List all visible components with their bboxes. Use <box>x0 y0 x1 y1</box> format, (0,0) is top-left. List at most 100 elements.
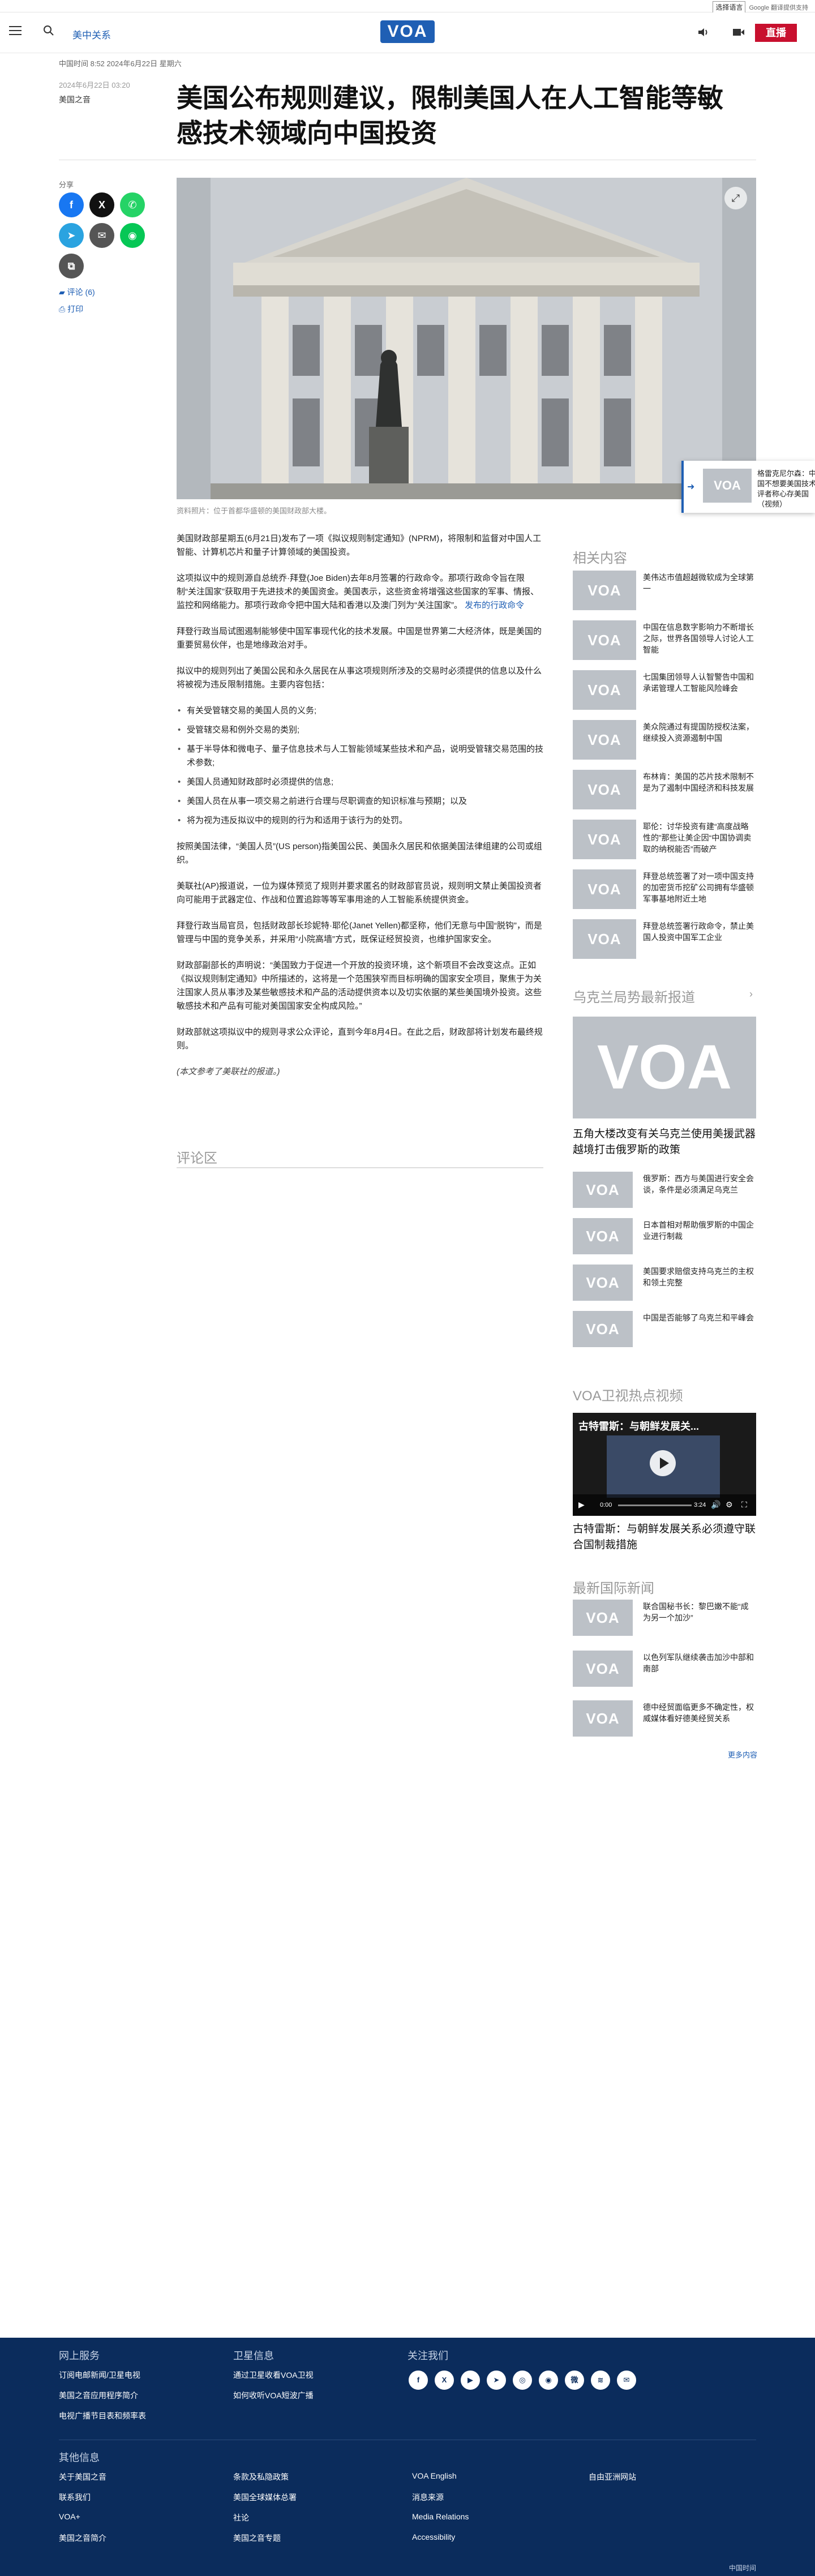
gear-icon[interactable]: ⚙ <box>726 1500 733 1510</box>
footer-link[interactable]: 消息来源 <box>412 2492 444 2503</box>
telegram-icon[interactable]: ➤ <box>487 2371 506 2390</box>
copy-icon[interactable]: ⧉ <box>59 254 84 278</box>
weibo-icon[interactable]: 微 <box>565 2371 584 2390</box>
paragraph: 拜登行政当局官员，包括财政部长珍妮特·耶伦(Janet Yellen)都坚称，他… <box>177 921 542 944</box>
related-item[interactable]: VOA 布林肯：美国的芯片技术限制不是为了遏制中国经济和科技发展 <box>573 770 756 815</box>
footer-link[interactable]: 订阅电邮新闻/卫星电视 <box>59 2369 140 2381</box>
ukraine-title: 美国要求赔偿支持乌克兰的主权和领土完整 <box>643 1267 754 1287</box>
comments-link[interactable]: ▰ 评论 (6) <box>59 286 95 298</box>
print-link[interactable]: ⎙ 打印 <box>59 303 83 315</box>
executive-order-link[interactable]: 发布的行政命令 <box>465 601 524 610</box>
facebook-icon[interactable]: f <box>59 192 84 217</box>
play-icon[interactable] <box>650 1450 676 1476</box>
related-item[interactable]: VOA 拜登总统签署行政命令，禁止美国人投资中国军工企业 <box>573 919 756 965</box>
language-select[interactable]: 选择语言 <box>713 1 746 13</box>
telegram-icon[interactable]: ➤ <box>59 223 84 248</box>
translate-powered: Google 翻译提供支持 <box>749 4 808 11</box>
thumbnail: VOA <box>573 1265 633 1301</box>
chevron-right-icon[interactable]: ➜ <box>687 481 694 492</box>
more-link[interactable]: 更多内容 <box>728 1749 757 1760</box>
footer-link[interactable]: 关于美国之音 <box>59 2471 106 2483</box>
paragraph: 这项拟议中的规则源自总统乔·拜登(Joe Biden)去年8月签署的行政命令。那… <box>177 572 543 612</box>
video-icon[interactable] <box>732 27 745 37</box>
intl-title: 联合国秘书长：黎巴嫩不能“成为另一个加沙” <box>643 1602 749 1622</box>
youtube-icon[interactable]: ▶ <box>461 2371 480 2390</box>
menu-icon[interactable] <box>9 26 22 36</box>
paragraph: 拜登行政当局试图遏制能够使中国军事现代化的技术发展。中国是世界第二大经济体，既是… <box>177 627 542 650</box>
volume-icon[interactable]: 🔊 <box>711 1500 720 1510</box>
footer-link[interactable]: VOA+ <box>59 2512 80 2521</box>
comments-link-label: 评论 (6) <box>67 288 95 297</box>
editor-note: (本文参考了美联社的报道。) <box>177 1067 280 1077</box>
chevron-right-icon: › <box>749 988 753 1000</box>
featured-title[interactable]: 五角大楼改变有关乌克兰使用美援武器越境打击俄罗斯的政策 <box>573 1126 756 1158</box>
footer-link[interactable]: 电视广播节目表和频率表 <box>59 2410 146 2421</box>
line-icon[interactable]: ◉ <box>120 223 145 248</box>
related-heading: 相关内容 <box>573 551 627 566</box>
related-item[interactable]: VOA 七国集团领导人认智警告中国和承诺管理人工智能风险峰会 <box>573 670 756 715</box>
facebook-icon[interactable]: f <box>409 2371 428 2390</box>
intl-item[interactable]: VOA 德中经贸面临更多不确定性，权威媒体看好德美经贸关系 <box>573 1700 756 1746</box>
x-icon[interactable]: X <box>89 192 114 217</box>
voa-logo[interactable]: VOA <box>380 20 435 43</box>
footer-link[interactable]: 自由亚洲网站 <box>589 2471 636 2483</box>
intl-heading: 最新国际新闻 <box>573 1581 654 1596</box>
fullscreen-icon[interactable]: ⛶ <box>741 1500 747 1510</box>
hero-caption: 资料照片：位于首都华盛顿的美国财政部大楼。 <box>177 507 332 515</box>
email-icon[interactable]: ✉ <box>89 223 114 248</box>
footer-link[interactable]: 美国之音专题 <box>233 2532 281 2544</box>
live-button[interactable]: 直播 <box>755 24 797 42</box>
footer-link[interactable]: 美国之音应用程序简介 <box>59 2390 138 2401</box>
intl-item[interactable]: VOA 联合国秘书长：黎巴嫩不能“成为另一个加沙” <box>573 1600 756 1645</box>
key-points-list: 有关受管辖交易的美国人员的义务; 受管辖交易和例外交易的类别; 基于半导体和微电… <box>177 704 543 828</box>
ukraine-title: 中国是否能够了乌克兰和平峰会 <box>643 1313 754 1322</box>
related-item[interactable]: VOA 耶伦：讨华投资有建“高度战略性的”那些让美企因“中国协调卖取的纳税能否”而… <box>573 820 756 865</box>
footer-link[interactable]: 如何收听VOA短波广播 <box>233 2390 314 2401</box>
related-item[interactable]: VOA 拜登总统签署了对一项中国支持的加密货币挖矿公司拥有华盛顿军事基地附近土地 <box>573 869 756 915</box>
footer-link[interactable]: 联系我们 <box>59 2492 91 2503</box>
list-item: 基于半导体和微电子、量子信息技术与人工智能领域某些技术和产品，说明受管辖交易范围… <box>177 743 543 770</box>
footer-link[interactable]: 社论 <box>233 2512 249 2523</box>
video-title-overlay: 古特雷斯：与朝鲜发展关... <box>578 1421 700 1432</box>
ukraine-item[interactable]: VOA 俄罗斯：西方与美国进行安全会谈，条件是必须满足乌克兰 <box>573 1172 756 1217</box>
ukraine-item[interactable]: VOA 日本首相对帮助俄罗斯的中国企业进行制裁 <box>573 1218 756 1263</box>
print-link-label: 打印 <box>67 305 84 314</box>
article-author[interactable]: 美国之音 <box>59 94 91 105</box>
intl-item[interactable]: VOA 以色列军队继续袭击加沙中部和南部 <box>573 1651 756 1696</box>
whatsapp-icon[interactable]: ✆ <box>120 192 145 217</box>
section-link[interactable]: 美中关系 <box>72 27 111 41</box>
featured-thumbnail[interactable]: VOA <box>573 1017 756 1118</box>
podcast-icon[interactable]: ◉ <box>539 2371 558 2390</box>
ukraine-heading[interactable]: 乌克兰局势最新报道 › <box>573 986 756 1006</box>
related-item[interactable]: VOA 美众院通过有提国防授权法案，继续投入资源遏制中国 <box>573 720 756 765</box>
thumbnail: VOA <box>573 720 636 760</box>
footer-link[interactable]: 美国全球媒体总署 <box>233 2492 297 2503</box>
video-player[interactable]: 古特雷斯：与朝鲜发展关... ▶ 0:00 3:24 🔊 ⚙ ⛶ <box>573 1413 756 1516</box>
rss-icon[interactable]: ≋ <box>591 2371 610 2390</box>
related-item[interactable]: VOA 美伟达市值超越微软成为全球第一 <box>573 571 756 616</box>
footer-link[interactable]: 条款及私隐政策 <box>233 2471 289 2483</box>
search-icon[interactable] <box>43 25 54 36</box>
translate-widget: 选择语言 Google 翻译提供支持 <box>713 1 808 13</box>
x-icon[interactable]: X <box>435 2371 454 2390</box>
speaker-icon[interactable] <box>697 27 710 37</box>
footer-link[interactable]: Media Relations <box>412 2512 469 2521</box>
expand-icon[interactable]: ⤢ <box>724 187 747 209</box>
thumbnail: VOA <box>573 1700 633 1737</box>
footer-link[interactable]: VOA English <box>412 2471 457 2480</box>
thumbnail: VOA <box>573 1311 633 1347</box>
footer-link[interactable]: 美国之音简介 <box>59 2532 106 2544</box>
footer-heading: 关注我们 <box>408 2350 448 2361</box>
ukraine-item[interactable]: VOA 中国是否能够了乌克兰和平峰会 <box>573 1311 756 1356</box>
video-caption[interactable]: 古特雷斯：与朝鲜发展关系必须遵守联合国制裁措施 <box>573 1521 756 1553</box>
video-popup[interactable]: ➜ VOA 格雷克尼尔森：中国不想要美国技术评者称心存美国（视频） <box>681 461 815 513</box>
print-icon: ⎙ <box>59 305 68 314</box>
play-small-icon[interactable]: ▶ <box>578 1500 585 1510</box>
footer-link[interactable]: Accessibility <box>412 2532 455 2541</box>
instagram-icon[interactable]: ◎ <box>513 2371 532 2390</box>
email-icon[interactable]: ✉ <box>617 2371 636 2390</box>
progress-bar[interactable] <box>618 1505 692 1506</box>
footer-link[interactable]: 通过卫星收看VOA卫视 <box>233 2369 314 2381</box>
ukraine-item[interactable]: VOA 美国要求赔偿支持乌克兰的主权和领土完整 <box>573 1265 756 1310</box>
related-item[interactable]: VOA 中国在信息数字影响力不断增长之际，世界各国领导人讨论人工智能 <box>573 620 756 666</box>
